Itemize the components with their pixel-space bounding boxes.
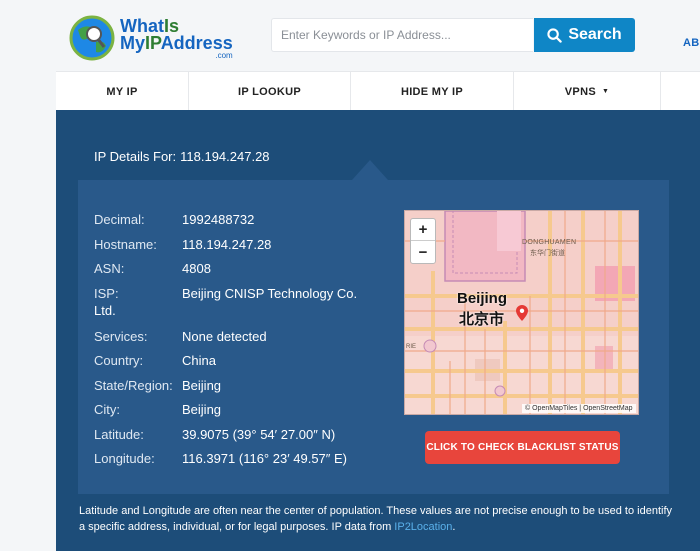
ip-details-heading-ip: 118.194.247.28	[180, 149, 270, 164]
detail-key: ASN:	[94, 261, 125, 276]
location-disclaimer: Latitude and Longitude are often near th…	[79, 503, 679, 535]
nav-vpns[interactable]: VPNS ▼	[514, 72, 661, 111]
map-city-label: Beijing	[457, 290, 508, 307]
detail-row-hostname: Hostname: 118.194.247.28	[94, 237, 271, 252]
nav-hide-my-ip-label: HIDE MY IP	[400, 85, 464, 98]
detail-value: 118.194.247.28	[182, 237, 272, 252]
detail-key: Longitude:	[94, 451, 155, 466]
nav-my-ip[interactable]: MY IP	[56, 72, 189, 111]
detail-key: Services:	[94, 329, 148, 344]
search-button-label: Search	[568, 26, 622, 43]
map-pin-icon[interactable]	[516, 305, 528, 321]
detail-key: ISP:	[94, 286, 119, 301]
detail-key: City:	[94, 402, 120, 417]
nav-item-cutoff[interactable]	[661, 72, 700, 111]
logo-wordmark: WhatIs MyIPAddress .com	[120, 17, 233, 60]
detail-row-isp: ISP: Beijing CNISP Technology Co.	[94, 286, 357, 301]
detail-key: Decimal:	[94, 212, 145, 227]
nav-ip-lookup-label: IP LOOKUP	[237, 85, 301, 98]
site-header: WhatIs MyIPAddress .com Search ABO	[0, 0, 700, 71]
detail-value: Beijing	[182, 402, 222, 417]
detail-value: 1992488732	[182, 212, 255, 227]
disclaimer-text: Latitude and Longitude are often near th…	[79, 505, 673, 533]
detail-value: 39.9075 (39° 54′ 27.00″ N)	[182, 427, 336, 442]
map-district-label: DONGHUAMEN	[522, 239, 577, 246]
detail-row-region: State/Region: Beijing	[94, 378, 221, 393]
detail-value: Beijing CNISP Technology Co.	[182, 286, 358, 301]
logo-ip: IP	[145, 33, 161, 53]
detail-value: 116.3971 (116° 23′ 49.57″ E)	[182, 451, 347, 466]
nav-my-ip-label: MY IP	[106, 85, 138, 98]
map-fragment-label: RIE	[406, 344, 417, 350]
search-input[interactable]	[271, 18, 533, 52]
globe-logo-icon	[69, 15, 115, 61]
detail-key: Latitude:	[94, 427, 144, 442]
detail-row-asn: ASN: 4808	[94, 261, 211, 276]
ip-details-heading-label: IP Details For:	[94, 149, 177, 164]
detail-row-decimal: Decimal: 1992488732	[94, 212, 254, 227]
detail-value: 4808	[182, 261, 211, 276]
detail-key: Country:	[94, 353, 144, 368]
zoom-in-button[interactable]: +	[411, 219, 435, 241]
map-zoom-control: + −	[410, 218, 436, 264]
detail-row-latitude: Latitude: 39.9075 (39° 54′ 27.00″ N)	[94, 427, 335, 442]
detail-row-longitude: Longitude: 116.3971 (116° 23′ 49.57″ E)	[94, 451, 347, 466]
main-nav: MY IP IP LOOKUP HIDE MY IP VPNS ▼	[56, 71, 700, 111]
nav-ip-lookup[interactable]: IP LOOKUP	[189, 72, 351, 111]
search-button[interactable]: Search	[534, 18, 635, 52]
detail-isp-continued: Ltd.	[94, 303, 116, 318]
ip-details-heading: IP Details For: 118.194.247.28	[94, 149, 270, 164]
logo-com: .com	[215, 51, 233, 60]
disclaimer-end: .	[452, 521, 456, 533]
chevron-down-icon: ▼	[601, 88, 610, 95]
nav-hide-my-ip[interactable]: HIDE MY IP	[351, 72, 514, 111]
detail-row-country: Country: China	[94, 353, 216, 368]
zoom-out-button[interactable]: −	[411, 241, 435, 263]
map-attribution[interactable]: © OpenMapTiles | OpenStreetMap	[522, 404, 636, 413]
nav-vpns-label: VPNS	[564, 85, 596, 98]
detail-value: None detected	[182, 329, 267, 344]
logo-address: Address	[160, 33, 233, 53]
panel-notch	[352, 160, 388, 180]
search-icon	[547, 27, 563, 43]
detail-key: State/Region:	[94, 378, 173, 393]
detail-row-city: City: Beijing	[94, 402, 221, 417]
ip2location-link[interactable]: IP2Location	[394, 521, 452, 533]
check-blacklist-button[interactable]: CLICK TO CHECK BLACKLIST STATUS	[425, 431, 620, 464]
detail-value: China	[182, 353, 216, 368]
logo-my: My	[120, 33, 146, 53]
detail-value: Beijing	[182, 378, 222, 393]
map-district-label-zh: 东华门街道	[530, 250, 565, 257]
site-logo[interactable]: WhatIs MyIPAddress .com	[66, 12, 236, 64]
map-city-label-zh: 北京市	[459, 311, 505, 328]
detail-row-services: Services: None detected	[94, 329, 267, 344]
about-link-cutoff[interactable]: ABO	[683, 37, 700, 49]
detail-key: Hostname:	[94, 237, 157, 252]
